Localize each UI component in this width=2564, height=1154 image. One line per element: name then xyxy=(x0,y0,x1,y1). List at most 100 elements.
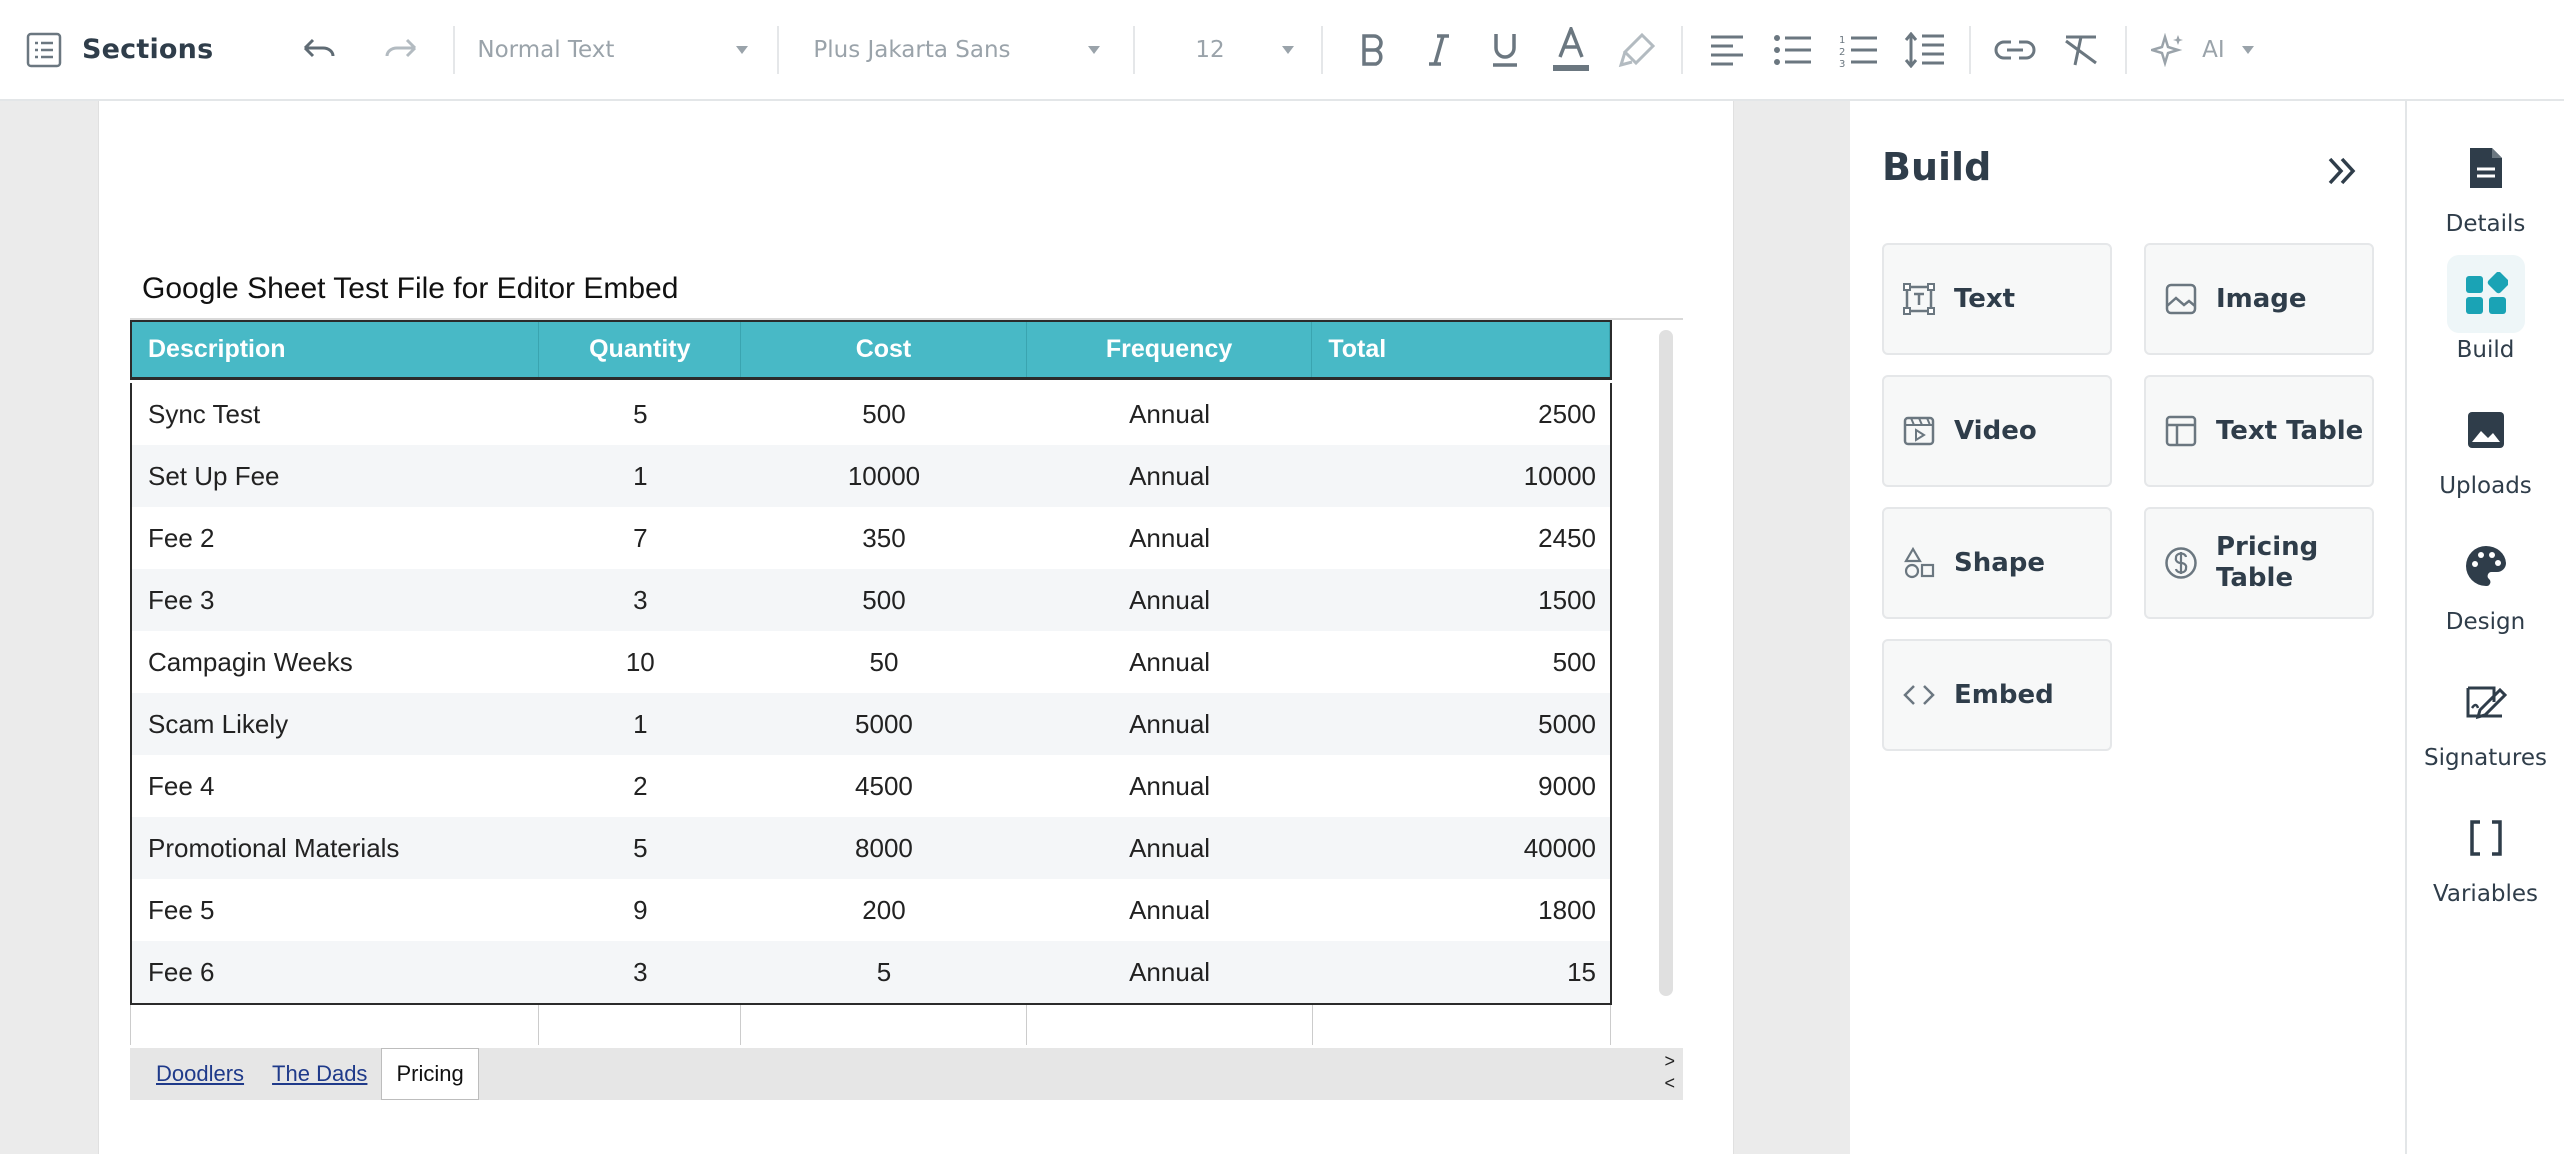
bullet-list-icon xyxy=(1774,34,1812,65)
table-cell: Campagin Weeks xyxy=(148,646,353,677)
table-cell: 500 xyxy=(862,398,906,429)
sheet-vertical-scrollbar[interactable] xyxy=(1659,330,1673,996)
table-cell: 5000 xyxy=(855,708,913,739)
image-upload-icon xyxy=(2467,412,2504,448)
collapse-panel-icon[interactable] xyxy=(2324,153,2360,189)
rail-item-label: Uploads xyxy=(2439,473,2532,499)
table-cell: 3 xyxy=(633,584,648,615)
clear-format-button[interactable] xyxy=(2059,20,2103,80)
rail-item-uploads[interactable]: Uploads xyxy=(2407,391,2564,499)
align-left-button[interactable] xyxy=(1705,20,1749,80)
font-family-value: Plus Jakarta Sans xyxy=(813,36,1011,63)
toolbar-divider xyxy=(1133,25,1136,74)
text-style-select[interactable]: Normal Text xyxy=(477,37,749,63)
right-rail: Details Build Uploads Design Signatures … xyxy=(2407,101,2564,1154)
rail-item-design[interactable]: Design xyxy=(2407,527,2564,635)
build-tile-pricing-table[interactable]: Pricing Table xyxy=(2144,507,2374,619)
underline-button[interactable] xyxy=(1483,20,1527,80)
build-tile-text[interactable]: Text xyxy=(1882,243,2112,355)
chevron-down-icon xyxy=(1088,45,1101,54)
tab-scroll-left[interactable]: < xyxy=(1664,1072,1675,1094)
toolbar-divider xyxy=(1681,25,1684,74)
google-sheet-embed[interactable]: Description Quantity Cost Frequency Tota… xyxy=(130,320,1612,1045)
text-color-button[interactable] xyxy=(1549,20,1593,80)
table-cell: 9000 xyxy=(1538,770,1596,801)
text-box-icon xyxy=(1903,283,1935,315)
table-cell: 5000 xyxy=(1538,708,1596,739)
line-height-icon xyxy=(1905,31,1945,68)
ai-label: AI xyxy=(2202,36,2225,63)
undo-button[interactable] xyxy=(299,20,339,80)
build-tile-label: Text Table xyxy=(2216,415,2364,446)
empty-cell xyxy=(1027,1005,1313,1045)
build-tile-image[interactable]: Image xyxy=(2144,243,2374,355)
rail-item-variables[interactable]: Variables xyxy=(2407,799,2564,907)
build-tile-shape[interactable]: Shape xyxy=(1882,507,2112,619)
table-cell: Fee 6 xyxy=(148,956,215,987)
build-tile-embed[interactable]: Embed xyxy=(1882,639,2112,751)
insert-link-button[interactable] xyxy=(1993,20,2037,80)
build-tile-label: Embed xyxy=(1954,679,2054,710)
rail-icon-wrap xyxy=(2446,255,2525,333)
empty-cell xyxy=(539,1005,741,1045)
highlight-button[interactable] xyxy=(1615,20,1659,80)
table-cell: 40000 xyxy=(1523,832,1596,863)
link-icon xyxy=(1994,40,2036,59)
document-icon xyxy=(2469,148,2502,188)
svg-text:2: 2 xyxy=(1839,47,1845,58)
column-header: Description xyxy=(132,322,540,377)
line-height-button[interactable] xyxy=(1903,20,1947,80)
sheet-tab-doodlers[interactable]: Doodlers xyxy=(156,1061,244,1087)
column-header: Cost xyxy=(741,322,1027,377)
text-color-icon xyxy=(1553,26,1590,71)
empty-cell xyxy=(741,1005,1027,1045)
sheet-body: Sync Test 5 500 Annual 2500 Set Up Fee 1 10000… xyxy=(130,383,1612,1005)
table-cell: Fee 2 xyxy=(148,522,215,553)
build-tile-text-table[interactable]: Text Table xyxy=(2144,375,2374,487)
table-cell: Annual xyxy=(1129,584,1211,615)
table-cell: Scam Likely xyxy=(148,708,289,739)
sheet-tab-the-dads[interactable]: The Dads xyxy=(272,1061,367,1087)
build-tile-label: Pricing Table xyxy=(2216,532,2319,593)
font-size-select[interactable]: 12 xyxy=(1195,37,1295,63)
rail-item-signatures[interactable]: Signatures xyxy=(2407,663,2564,771)
sections-toggle[interactable]: Sections xyxy=(26,0,213,99)
table-cell: 8000 xyxy=(855,832,913,863)
build-panel-title: Build xyxy=(1882,145,1992,189)
numbered-list-button[interactable]: 123 xyxy=(1837,20,1881,80)
table-row: Scam Likely 1 5000 Annual 5000 xyxy=(132,693,1610,755)
table-cell: Annual xyxy=(1129,708,1211,739)
rail-item-build[interactable]: Build xyxy=(2407,255,2564,363)
sheet-empty-row xyxy=(130,1005,1612,1045)
redo-icon xyxy=(385,38,417,57)
redo-button[interactable] xyxy=(381,20,421,80)
rail-icon-wrap xyxy=(2447,527,2525,605)
rail-item-details[interactable]: Details xyxy=(2407,129,2564,237)
build-tile-video[interactable]: Video xyxy=(1882,375,2112,487)
rail-item-label: Design xyxy=(2445,609,2526,635)
brackets-icon xyxy=(2469,820,2502,856)
font-family-select[interactable]: Plus Jakarta Sans xyxy=(813,37,1101,63)
table-cell: 3 xyxy=(633,956,648,987)
toolbar-divider xyxy=(1321,25,1324,74)
table-cell: Set Up Fee xyxy=(148,460,280,491)
column-header: Total xyxy=(1312,322,1610,377)
svg-text:3: 3 xyxy=(1839,59,1845,67)
sheet-tab-pricing[interactable]: Pricing xyxy=(381,1048,479,1100)
bullet-list-button[interactable] xyxy=(1771,20,1815,80)
sections-label: Sections xyxy=(82,34,214,65)
image-icon xyxy=(2165,283,2197,315)
code-icon xyxy=(1903,685,1935,705)
italic-button[interactable] xyxy=(1417,20,1461,80)
toolbar-divider xyxy=(2125,25,2128,74)
table-cell: 500 xyxy=(1552,646,1596,677)
ai-menu-button[interactable]: AI xyxy=(2151,32,2255,67)
table-cell: 10 xyxy=(625,646,655,677)
bold-button[interactable] xyxy=(1351,20,1395,80)
rail-icon-wrap xyxy=(2447,663,2525,741)
toolbar-divider xyxy=(453,25,456,74)
table-cell: 4500 xyxy=(855,770,913,801)
palette-icon xyxy=(2465,546,2506,587)
tab-scroll-right[interactable]: > xyxy=(1664,1050,1675,1072)
table-cell: 10000 xyxy=(847,460,921,491)
